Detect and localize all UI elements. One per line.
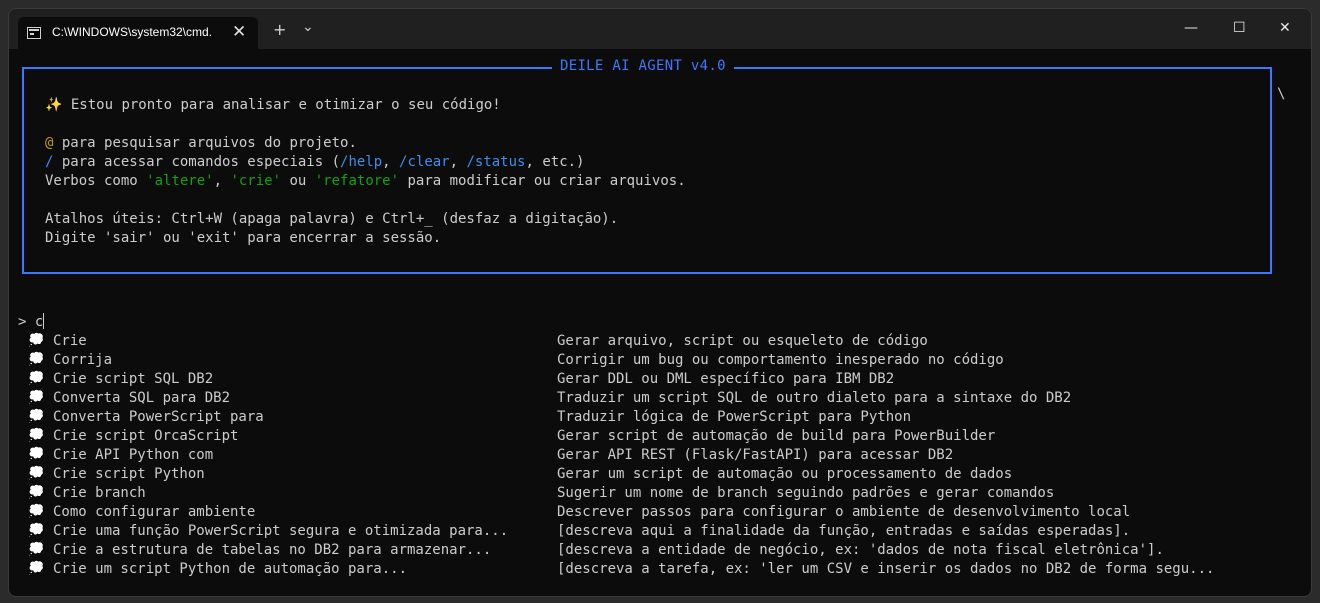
suggestion-command: Crie uma função PowerScript segura e oti… (53, 523, 509, 539)
prompt-line[interactable]: > c (18, 313, 45, 332)
verb-crie: 'crie' (230, 173, 282, 189)
suggestion-description: Gerar script de automação de build para … (557, 428, 996, 444)
suggestion-item[interactable]: 💭 Crie script SQL DB2 Gerar DDL ou DML esp… (9, 370, 1311, 389)
thought-bubble-icon: 💭 (28, 390, 45, 405)
tab-title: C:\WINDOWS\system32\cmd. (52, 25, 213, 39)
suggestion-command: Crie script SQL DB2 (53, 371, 214, 387)
suggestion-item[interactable]: 💭 Crie API Python com Gerar API REST (Flas… (9, 446, 1311, 465)
help-command: /help (340, 154, 383, 170)
suggestion-command: Converta PowerScript para (53, 409, 264, 425)
thought-bubble-icon: 💭 (28, 428, 45, 443)
suggestion-description: [descreva a entidade de negócio, ex: 'da… (557, 542, 1164, 558)
suggestion-description: Gerar DDL ou DML específico para IBM DB2 (557, 371, 895, 387)
thought-bubble-icon: 💭 (28, 485, 45, 500)
suggestion-item[interactable]: 💭 Crie branch Sugerir um nome de branch se… (9, 484, 1311, 503)
suggestion-item[interactable]: 💭 Converta PowerScript para Traduzir lógic… (9, 408, 1311, 427)
suggestion-description: Gerar arquivo, script ou esqueleto de có… (557, 333, 928, 349)
suggestion-item[interactable]: 💭 Converta SQL para DB2 Traduzir um script… (9, 389, 1311, 408)
title-bar: C:\WINDOWS\system32\cmd. ✕ + ⌄ — ☐ ✕ (9, 9, 1311, 49)
suggestion-description: [descreva aqui a finalidade da função, e… (557, 523, 1131, 539)
separator: ou (281, 173, 315, 189)
suggestion-item[interactable]: 💭 Crie script OrcaScript Gerar script de a… (9, 427, 1311, 446)
suggestion-item[interactable]: 💭 Corrija Corrigir um bug ou comportamento… (9, 351, 1311, 370)
verb-refatore: 'refatore' (314, 173, 400, 189)
minimize-button[interactable]: — (1184, 20, 1198, 36)
thought-bubble-icon: 💭 (28, 447, 45, 462)
thought-bubble-icon: 💭 (28, 371, 45, 386)
at-hint-text: para pesquisar arquivos do projeto. (53, 135, 357, 151)
verb-altere: 'altere' (146, 173, 214, 189)
slash-hint-end: , etc.) (525, 154, 585, 170)
thought-bubble-icon: 💭 (28, 466, 45, 481)
suggestion-command: Crie script OrcaScript (53, 428, 239, 444)
suggestion-command: Corrija (53, 352, 113, 368)
suggestion-command: Como configurar ambiente (53, 504, 256, 520)
sparkles-icon: ✨ (45, 97, 63, 113)
suggestion-command: Crie a estrutura de tabelas no DB2 para … (53, 542, 492, 558)
suggestion-item[interactable]: 💭 Crie um script Python de automação para… (9, 560, 1311, 579)
thought-bubble-icon: 💭 (28, 409, 45, 424)
text-cursor (43, 313, 45, 329)
suggestion-command: Crie um script Python de automação para.… (53, 561, 408, 577)
tab-cmd[interactable]: C:\WINDOWS\system32\cmd. ✕ (18, 17, 258, 49)
thought-bubble-icon: 💭 (28, 352, 45, 367)
suggestion-description: Traduzir um script SQL de outro dialeto … (557, 390, 1072, 406)
exit-hint-line: Digite 'sair' ou 'exit' para encerrar a … (45, 230, 442, 246)
prompt-symbol: > (18, 314, 35, 330)
prompt-input-value[interactable]: c (35, 314, 43, 330)
terminal-window: C:\WINDOWS\system32\cmd. ✕ + ⌄ — ☐ ✕ DEI… (8, 8, 1312, 597)
slash-hint-text: para acessar comandos especiais ( (53, 154, 341, 170)
thought-bubble-icon: 💭 (28, 504, 45, 519)
separator: , (213, 173, 231, 189)
new-tab-button[interactable]: + (273, 22, 286, 38)
suggestion-description: Traduzir lógica de PowerScript para Pyth… (557, 409, 912, 425)
thought-bubble-icon: 💭 (28, 333, 45, 348)
terminal-icon (27, 27, 41, 39)
verbs-line: Verbos como 'altere', 'crie' ou 'refator… (45, 172, 686, 191)
suggestion-item[interactable]: 💭 Crie Gerar arquivo, script ou esqueleto … (9, 332, 1311, 351)
verbs-prefix: Verbos como (45, 173, 147, 189)
tab-close-icon[interactable]: ✕ (232, 22, 246, 42)
separator: , (382, 154, 400, 170)
suggestion-description: Sugerir um nome de branch seguindo padrõ… (557, 485, 1055, 501)
at-hint-line: @ para pesquisar arquivos do projeto. (45, 134, 357, 153)
suggestion-description: Gerar API REST (Flask/FastAPI) para aces… (557, 447, 954, 463)
tab-dropdown-button[interactable]: ⌄ (302, 19, 314, 35)
clear-command: /clear (399, 154, 450, 170)
suggestion-description: Gerar um script de automação ou processa… (557, 466, 1013, 482)
suggestion-item[interactable]: 💭 Como configurar ambiente Descrever passo… (9, 503, 1311, 522)
suggestion-item[interactable]: 💭 Crie a estrutura de tabelas no DB2 para… (9, 541, 1311, 560)
verbs-suffix: para modificar ou criar arquivos. (399, 173, 686, 189)
welcome-text: Estou pronto para analisar e otimizar o … (62, 97, 501, 113)
suggestion-command: Crie API Python com (53, 447, 214, 463)
maximize-button[interactable]: ☐ (1233, 20, 1246, 36)
suggestion-description: Descrever passos para configurar o ambie… (557, 504, 1131, 520)
suggestion-command: Crie branch (53, 485, 146, 501)
suggestion-description: Corrigir um bug ou comportamento inesper… (557, 352, 1004, 368)
separator: , (449, 154, 467, 170)
suggestion-command: Converta SQL para DB2 (53, 390, 231, 406)
thought-bubble-icon: 💭 (28, 523, 45, 538)
thought-bubble-icon: 💭 (28, 542, 45, 557)
panel-title: DEILE AI AGENT v4.0 (552, 58, 734, 74)
close-window-button[interactable]: ✕ (1279, 20, 1291, 36)
terminal-content[interactable]: DEILE AI AGENT v4.0 ✨ Estou pronto para … (9, 49, 1311, 596)
suggestion-command: Crie script Python (53, 466, 205, 482)
shortcuts-line: Atalhos úteis: Ctrl+W (apaga palavra) e … (45, 211, 619, 227)
side-character: \ (1277, 86, 1286, 102)
thought-bubble-icon: 💭 (28, 561, 45, 576)
slash-hint-line: / para acessar comandos especiais (/help… (45, 153, 585, 172)
suggestion-item[interactable]: 💭 Crie uma função PowerScript segura e ot… (9, 522, 1311, 541)
suggestion-command: Crie (53, 333, 87, 349)
status-command: /status (466, 154, 526, 170)
suggestion-item[interactable]: 💭 Crie script Python Gerar um script de au… (9, 465, 1311, 484)
welcome-line: ✨ Estou pronto para analisar e otimizar … (45, 96, 501, 115)
suggestion-description: [descreva a tarefa, ex: 'ler um CSV e in… (557, 561, 1215, 577)
welcome-panel: DEILE AI AGENT v4.0 ✨ Estou pronto para … (22, 58, 1272, 274)
